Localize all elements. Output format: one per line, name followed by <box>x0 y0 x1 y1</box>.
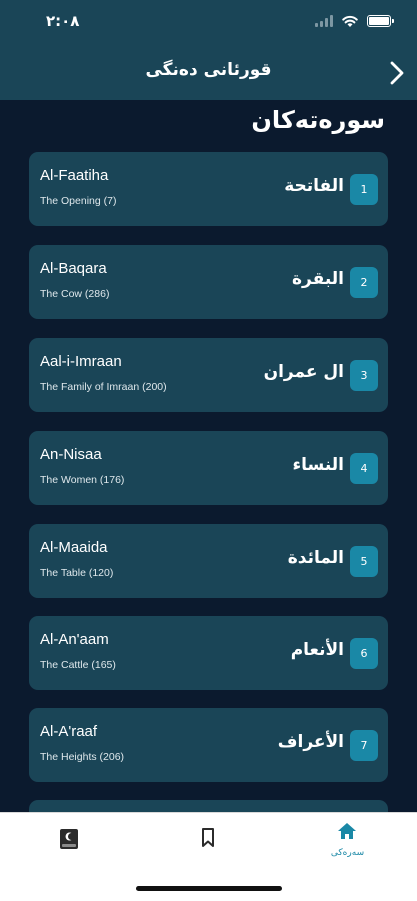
surah-card[interactable]: Aal-i-Imraan The Family of Imraan (200) … <box>29 338 388 412</box>
surah-english-name: Al-A'raaf <box>40 723 98 740</box>
surah-number-badge: 1 <box>350 174 378 205</box>
surah-english-name: Al-Maaida <box>40 539 108 556</box>
surah-number-badge: 6 <box>350 638 378 669</box>
wifi-icon <box>342 15 358 27</box>
surah-number-badge: 3 <box>350 360 378 391</box>
surah-english-name: Al-An'aam <box>40 631 109 648</box>
surah-arabic-name: النساء <box>292 455 344 475</box>
quran-book-icon <box>60 829 78 849</box>
surah-card[interactable]: Al-A'raaf The Heights (206) الأعراف 7 <box>29 708 388 782</box>
header-title: قورئانی دەنگی <box>145 60 272 80</box>
chevron-right-icon[interactable] <box>387 60 407 86</box>
home-indicator <box>136 886 282 891</box>
surah-card[interactable]: Al-An'aam The Cattle (165) الأنعام 6 <box>29 616 388 690</box>
surah-meaning: The Family of Imraan (200) <box>40 381 167 393</box>
surah-card[interactable]: Al-Maaida The Table (120) المائدة 5 <box>29 524 388 598</box>
surah-english-name: Aal-i-Imraan <box>40 353 122 370</box>
tab-quran[interactable] <box>0 813 139 873</box>
surah-number-badge: 4 <box>350 453 378 484</box>
bookmark-icon <box>202 828 214 847</box>
app-header: ٢:٠٨ قورئانی دەنگی <box>0 0 417 100</box>
surah-arabic-name: البقرة <box>292 269 344 289</box>
surah-meaning: The Women (176) <box>40 474 125 486</box>
surah-english-name: Al-Baqara <box>40 260 107 277</box>
surah-meaning: The Opening (7) <box>40 195 117 207</box>
surah-meaning: The Cow (286) <box>40 288 110 300</box>
tab-home[interactable]: سەرەکی <box>278 813 417 873</box>
surah-arabic-name: المائدة <box>287 548 344 568</box>
surah-number-badge: 7 <box>350 730 378 761</box>
surah-number-badge: 5 <box>350 546 378 577</box>
status-icons <box>315 14 394 28</box>
surah-meaning: The Table (120) <box>40 567 114 579</box>
surah-card[interactable]: An-Nisaa The Women (176) النساء 4 <box>29 431 388 505</box>
surah-meaning: The Cattle (165) <box>40 659 116 671</box>
surah-card[interactable]: Al-Baqara The Cow (286) البقرة 2 <box>29 245 388 319</box>
battery-icon <box>367 15 394 27</box>
surah-english-name: Al-Faatiha <box>40 167 109 184</box>
surah-card[interactable]: Al-Faatiha The Opening (7) الفاتحة 1 <box>29 152 388 226</box>
tab-bookmarks[interactable] <box>139 813 278 873</box>
home-icon <box>338 823 356 839</box>
cellular-signal-icon <box>315 15 333 27</box>
surah-arabic-name: الفاتحة <box>284 176 344 196</box>
surah-meaning: The Heights (206) <box>40 751 125 763</box>
surah-english-name: An-Nisaa <box>40 446 102 463</box>
surah-arabic-name: الأنعام <box>290 640 344 660</box>
status-time: ٢:٠٨ <box>46 12 80 30</box>
tab-home-label: سەرەکی <box>330 848 365 858</box>
surah-arabic-name: الأعراف <box>277 732 344 752</box>
surah-arabic-name: ال عمران <box>263 362 344 382</box>
section-title: سورەتەکان <box>251 106 385 134</box>
surah-number-badge: 2 <box>350 267 378 298</box>
